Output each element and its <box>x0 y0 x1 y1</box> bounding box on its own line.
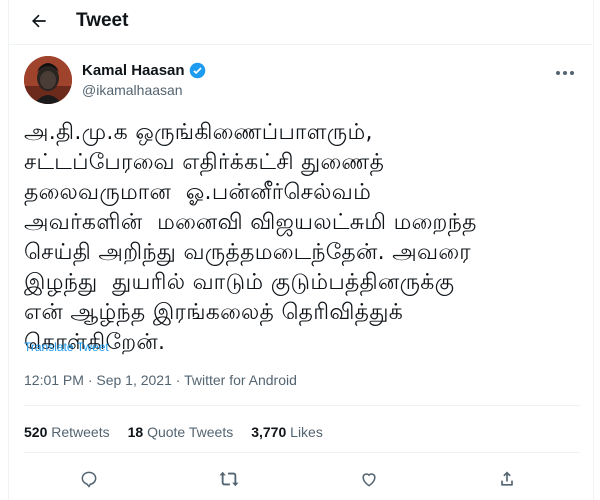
reply-icon <box>79 469 99 489</box>
stats-divider <box>24 452 580 453</box>
tweet-source[interactable]: Twitter for Android <box>184 372 297 388</box>
engagement-stats: 520 Retweets 18 Quote Tweets 3,770 Likes <box>24 424 323 440</box>
more-options-button[interactable] <box>550 60 580 86</box>
reply-button[interactable] <box>72 462 106 496</box>
retweets-stat[interactable]: 520 Retweets <box>24 424 110 440</box>
quote-tweets-stat[interactable]: 18 Quote Tweets <box>128 424 234 440</box>
verified-badge-icon <box>189 62 206 79</box>
like-button[interactable] <box>352 462 386 496</box>
likes-stat[interactable]: 3,770 Likes <box>251 424 323 440</box>
author-handle: @ikamalhaasan <box>82 82 183 98</box>
share-icon <box>497 469 517 489</box>
back-button[interactable] <box>22 4 56 38</box>
more-icon <box>555 70 575 76</box>
page-title: Tweet <box>76 10 129 31</box>
author-name[interactable]: Kamal Haasan <box>82 62 206 79</box>
tweet-timestamp[interactable]: 12:01 PM · Sep 1, 2021 · <box>24 372 184 388</box>
share-button[interactable] <box>490 462 524 496</box>
action-bar <box>24 462 580 496</box>
retweet-icon <box>218 469 240 489</box>
header-divider <box>8 44 592 45</box>
tweet-text: அ.தி.மு.க ஒருங்கிணைப்பாளரும், சட்டப்பேரவ… <box>24 120 477 355</box>
meta-divider <box>24 405 580 406</box>
like-icon <box>359 469 379 489</box>
retweet-button[interactable] <box>212 462 246 496</box>
tweet-meta: 12:01 PM · Sep 1, 2021 · Twitter for And… <box>24 372 297 388</box>
arrow-left-icon <box>29 11 49 31</box>
avatar[interactable] <box>24 56 72 104</box>
translate-tweet-link[interactable]: Translate Tweet <box>24 340 109 354</box>
top-bar: Tweet <box>8 0 592 44</box>
